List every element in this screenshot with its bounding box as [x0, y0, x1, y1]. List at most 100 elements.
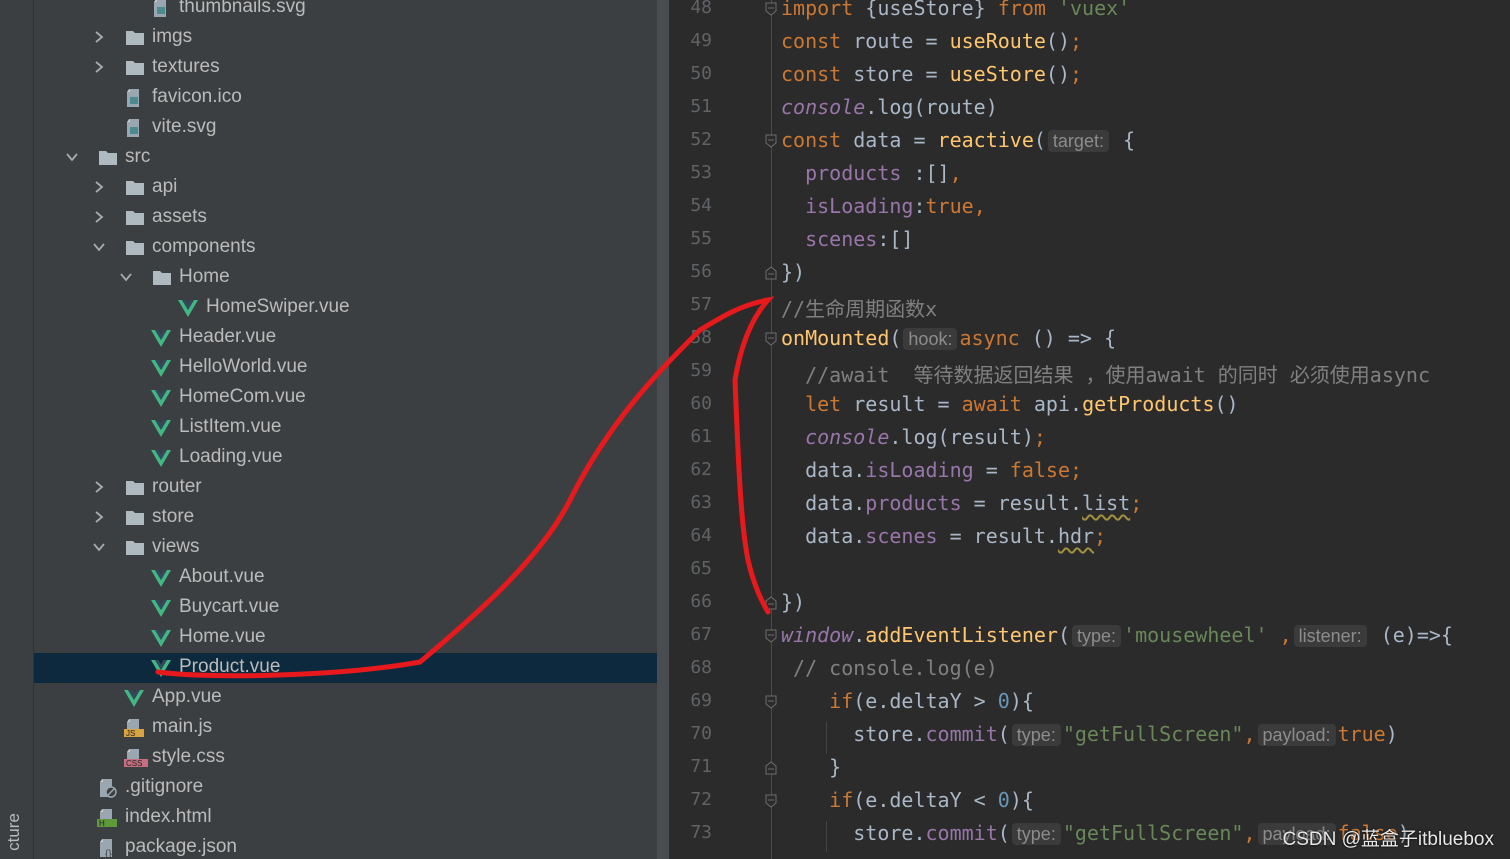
- tree-item-loading-vue[interactable]: Loading.vue: [34, 443, 657, 473]
- fold-collapse-icon[interactable]: [765, 2, 777, 16]
- tree-item-views[interactable]: views: [34, 533, 657, 563]
- fold-collapse-icon[interactable]: [765, 134, 777, 148]
- code-line[interactable]: 62 data.isLoading = false;: [670, 455, 1510, 488]
- tree-item-app-vue[interactable]: App.vue: [34, 683, 657, 713]
- tree-item-label: components: [152, 236, 256, 257]
- fold-end-icon[interactable]: [765, 596, 777, 610]
- tree-item-product-vue[interactable]: Product.vue: [34, 653, 657, 683]
- line-number: 62: [690, 459, 712, 480]
- tree-item-imgs[interactable]: imgs: [34, 23, 657, 53]
- html-file-icon: H: [97, 808, 117, 828]
- tree-item-vite-svg[interactable]: vite.svg: [34, 113, 657, 143]
- tree-scrollbar[interactable]: [657, 0, 669, 859]
- fold-collapse-icon[interactable]: [765, 794, 777, 808]
- chevron-right-icon[interactable]: [92, 510, 106, 524]
- chevron-down-icon[interactable]: [119, 270, 133, 284]
- code-line[interactable]: 65: [670, 554, 1510, 587]
- code-token: {: [1110, 128, 1136, 152]
- fold-collapse-icon[interactable]: [765, 695, 777, 709]
- fold-collapse-icon[interactable]: [765, 629, 777, 643]
- tree-item-store[interactable]: store: [34, 503, 657, 533]
- code-line[interactable]: 59 //await 等待数据返回结果 ，使用await 的同时 必须使用asy…: [670, 356, 1510, 389]
- chevron-down-icon[interactable]: [92, 240, 106, 254]
- chevron-right-icon[interactable]: [92, 210, 106, 224]
- vue-file-icon: [151, 598, 171, 618]
- tree-item-main-js[interactable]: JS main.js: [34, 713, 657, 743]
- tree-item-home-vue[interactable]: Home.vue: [34, 623, 657, 653]
- fold-end-icon[interactable]: [765, 266, 777, 280]
- tree-item-favicon-ico[interactable]: favicon.ico: [34, 83, 657, 113]
- tree-item-textures[interactable]: textures: [34, 53, 657, 83]
- code-line[interactable]: 58 onMounted(hook: async () => {: [670, 323, 1510, 356]
- tree-item-package-json[interactable]: {} package.json: [34, 833, 657, 859]
- chevron-right-icon[interactable]: [92, 480, 106, 494]
- chevron-right-icon[interactable]: [92, 180, 106, 194]
- code-line[interactable]: 68 // console.log(e): [670, 653, 1510, 686]
- chevron-right-icon[interactable]: [92, 60, 106, 74]
- code-text: const store = useStore();: [781, 62, 1082, 86]
- fold-collapse-icon[interactable]: [765, 332, 777, 346]
- code-line[interactable]: 54 isLoading:true,: [670, 191, 1510, 224]
- tree-item-homecom-vue[interactable]: HomeCom.vue: [34, 383, 657, 413]
- code-line[interactable]: 49 const route = useRoute();: [670, 26, 1510, 59]
- code-line[interactable]: 51 console.log(route): [670, 92, 1510, 125]
- structure-tab[interactable]: cture: [4, 812, 24, 852]
- tree-item-about-vue[interactable]: About.vue: [34, 563, 657, 593]
- tree-item-buycart-vue[interactable]: Buycart.vue: [34, 593, 657, 623]
- fold-end-icon[interactable]: [765, 761, 777, 775]
- code-editor[interactable]: 48 import {useStore} from 'vuex' 49 const r…: [670, 0, 1510, 859]
- tree-item-components[interactable]: components: [34, 233, 657, 263]
- code-text: import {useStore} from 'vuex': [781, 0, 1130, 20]
- code-line[interactable]: 66}): [670, 587, 1510, 620]
- code-line[interactable]: 63 data.products = result.list;: [670, 488, 1510, 521]
- tree-item-header-vue[interactable]: Header.vue: [34, 323, 657, 353]
- code-token: 'mousewheel': [1123, 623, 1268, 647]
- code-token: .: [853, 623, 866, 647]
- code-line[interactable]: 53 products :[],: [670, 158, 1510, 191]
- folder-icon: [124, 58, 144, 78]
- code-line[interactable]: 69 if(e.deltaY > 0){: [670, 686, 1510, 719]
- code-line[interactable]: 52 const data = reactive(target: {: [670, 125, 1510, 158]
- tree-item-helloworld-vue[interactable]: HelloWorld.vue: [34, 353, 657, 383]
- tree-item-index-html[interactable]: Hindex.html: [34, 803, 657, 833]
- parameter-hint: listener:: [1293, 625, 1367, 647]
- chevron-right-icon[interactable]: [92, 30, 106, 44]
- code-line[interactable]: 64 data.scenes = result.hdr;: [670, 521, 1510, 554]
- code-line[interactable]: 71 }: [670, 752, 1510, 785]
- code-line[interactable]: 60 let result = await api.getProducts(): [670, 389, 1510, 422]
- code-line[interactable]: 56}): [670, 257, 1510, 290]
- code-line[interactable]: 50 const store = useStore();: [670, 59, 1510, 92]
- folder-icon: [124, 28, 144, 48]
- code-token: }): [781, 260, 806, 284]
- tree-item-thumbnails-svg[interactable]: thumbnails.svg: [34, 0, 657, 23]
- code-text: store.commit(type: "getFullScreen", payloa…: [781, 722, 1398, 746]
- code-token: const: [781, 128, 854, 152]
- code-token: ;: [1033, 425, 1046, 449]
- tree-item-listitem-vue[interactable]: ListItem.vue: [34, 413, 657, 443]
- tree-item-gitignore[interactable]: .gitignore: [34, 773, 657, 803]
- tree-item-style-css[interactable]: CSS style.css: [34, 743, 657, 773]
- tree-item-src[interactable]: src: [34, 143, 657, 173]
- chevron-down-icon[interactable]: [92, 540, 106, 554]
- line-number: 58: [690, 327, 712, 348]
- tree-item-homeswiper-vue[interactable]: HomeSwiper.vue: [34, 293, 657, 323]
- tree-item-assets[interactable]: assets: [34, 203, 657, 233]
- tree-item-home[interactable]: Home: [34, 263, 657, 293]
- code-line[interactable]: 48 import {useStore} from 'vuex': [670, 0, 1510, 26]
- vue-file-icon: [124, 688, 144, 708]
- code-line[interactable]: 61 console.log(result);: [670, 422, 1510, 455]
- chevron-down-icon[interactable]: [65, 150, 79, 164]
- code-line[interactable]: 55 scenes:[]: [670, 224, 1510, 257]
- tree-item-api[interactable]: api: [34, 173, 657, 203]
- code-line[interactable]: 72 if(e.deltaY < 0){: [670, 785, 1510, 818]
- code-token: import: [781, 0, 866, 20]
- code-line[interactable]: 67 window.addEventListener(type:'mousewhe…: [670, 620, 1510, 653]
- css-file-icon: CSS: [124, 748, 148, 768]
- tree-item-router[interactable]: router: [34, 473, 657, 503]
- code-token: data =: [853, 128, 938, 152]
- code-text: // console.log(e): [781, 656, 998, 680]
- code-line[interactable]: 57 //生命周期函数x: [670, 290, 1510, 323]
- code-line[interactable]: 70 store.commit(type: "getFullScreen", pay…: [670, 719, 1510, 752]
